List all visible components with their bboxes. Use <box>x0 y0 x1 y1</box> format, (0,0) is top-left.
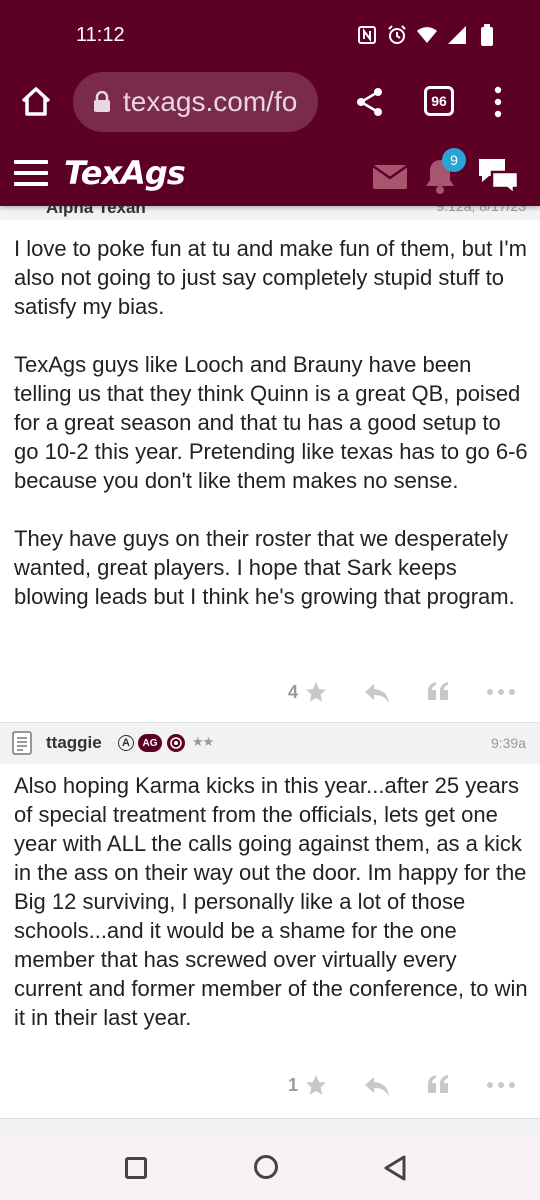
lock-icon <box>94 91 110 112</box>
hamburger-menu-icon[interactable] <box>14 160 48 186</box>
nfc-icon <box>356 24 378 46</box>
post-username[interactable]: Alpha Texan <box>46 206 146 218</box>
status-bar: 11:12 <box>0 0 540 70</box>
post-header: ttaggie A AG ★★ 9:39a <box>0 722 540 764</box>
url-field[interactable]: texags.com/fo <box>73 72 318 132</box>
back-icon[interactable] <box>382 1154 408 1182</box>
badge-ag: AG <box>138 734 162 752</box>
post-actions: 4 <box>0 674 540 714</box>
reply-icon[interactable] <box>364 1075 390 1097</box>
share-icon[interactable] <box>354 86 386 118</box>
quote-icon[interactable] <box>426 680 450 704</box>
kebab-menu-icon[interactable] <box>486 84 510 120</box>
post-body: Also hoping Karma kicks in this year...a… <box>14 773 534 1030</box>
mail-icon[interactable] <box>372 164 408 190</box>
star-count: 4 <box>288 682 299 702</box>
url-text: texags.com/fo <box>123 86 298 117</box>
recent-apps-icon[interactable] <box>125 1157 147 1179</box>
tab-switcher-button[interactable]: 96 <box>424 86 454 116</box>
post-body: I love to poke fun at tu and make fun of… <box>14 236 528 609</box>
notification-badge: 9 <box>442 148 466 172</box>
battery-icon <box>476 24 498 46</box>
site-logo[interactable]: TexAgs <box>64 154 186 192</box>
tab-count: 96 <box>431 93 447 109</box>
badge-a: A <box>118 735 134 751</box>
home-icon[interactable] <box>18 84 54 120</box>
star-count: 1 <box>288 1075 299 1095</box>
document-icon <box>12 731 32 755</box>
alarm-icon <box>386 24 408 46</box>
star-icon[interactable] <box>304 680 328 704</box>
wifi-icon <box>416 24 438 46</box>
chat-icon[interactable] <box>476 156 522 197</box>
star-icon[interactable] <box>304 1073 328 1097</box>
status-icons <box>356 24 498 46</box>
post-actions: 1 <box>0 1067 540 1107</box>
rank-stars: ★★ <box>192 734 214 749</box>
reply-icon[interactable] <box>364 682 390 704</box>
more-icon[interactable] <box>486 1073 516 1097</box>
home-circle-icon[interactable] <box>254 1155 278 1179</box>
post-header: Alpha Texan 9:12a, 8/17/23 <box>0 206 540 220</box>
post-header-partial <box>0 1118 540 1136</box>
more-icon[interactable] <box>486 680 516 704</box>
browser-toolbar: texags.com/fo 96 <box>0 70 540 142</box>
quote-icon[interactable] <box>426 1073 450 1097</box>
seal-icon <box>167 734 185 752</box>
site-header: TexAgs 9 <box>0 142 540 206</box>
post-username[interactable]: ttaggie <box>46 733 102 753</box>
signal-icon <box>446 24 468 46</box>
status-time: 11:12 <box>76 24 125 46</box>
post-time: 9:39a <box>490 735 526 751</box>
post-time: 9:12a, 8/17/23 <box>436 206 526 214</box>
system-nav-bar <box>0 1136 540 1200</box>
